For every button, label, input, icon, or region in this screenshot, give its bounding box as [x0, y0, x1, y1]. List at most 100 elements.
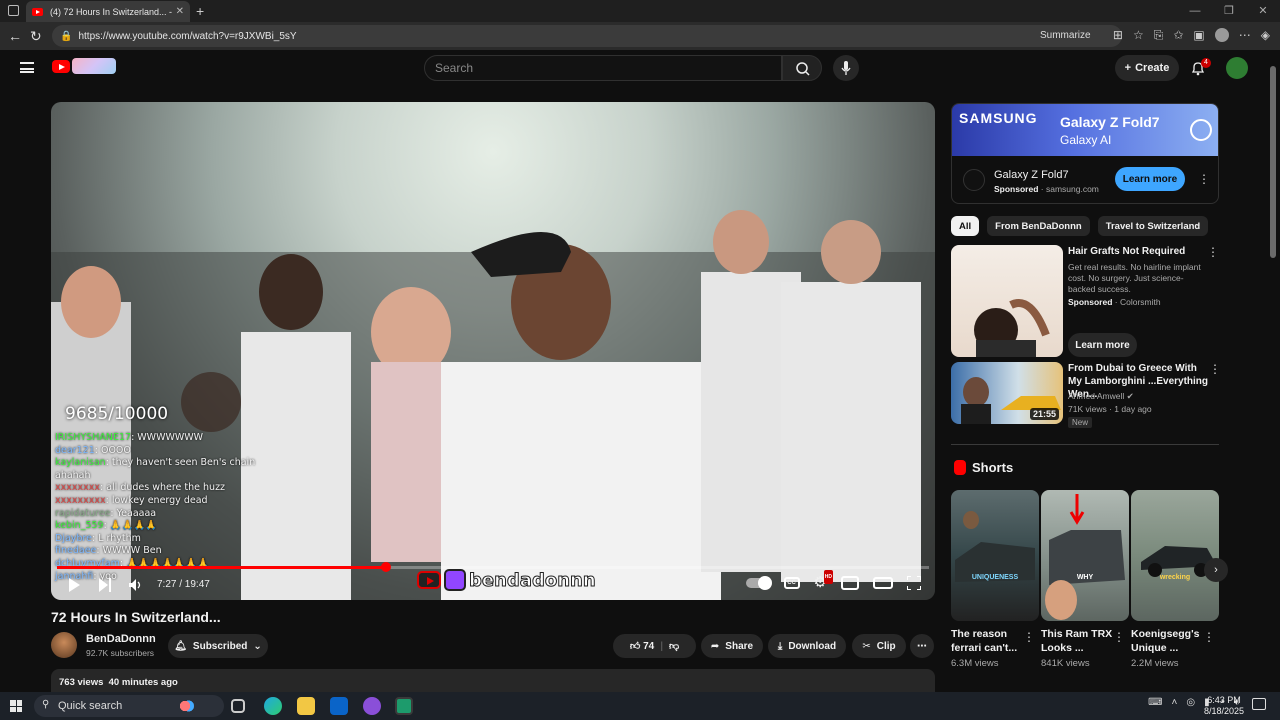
file-explorer-icon[interactable]: [297, 697, 315, 715]
next-video-icon[interactable]: [99, 578, 111, 592]
chat-text: : 🙏🙏🙏🙏: [103, 520, 158, 532]
summarize-button[interactable]: Summarize: [1040, 30, 1091, 41]
copilot-taskbar-icon[interactable]: [363, 697, 381, 715]
like-button[interactable]: 👍︎ 74: [630, 640, 654, 652]
channel-avatar[interactable]: [51, 632, 77, 658]
short-thumbnail[interactable]: wrecking: [1131, 490, 1219, 621]
share-button[interactable]: ➦ Share: [701, 634, 763, 658]
short-thumbnail[interactable]: WHY: [1041, 490, 1129, 621]
favorite-star-icon[interactable]: ☆: [1133, 28, 1144, 43]
volume-icon[interactable]: [129, 578, 143, 592]
new-tab-icon[interactable]: +: [196, 3, 204, 19]
short-more-icon[interactable]: ⋮: [1203, 630, 1215, 644]
site-info-icon[interactable]: 🔒: [60, 31, 72, 42]
progress-bar[interactable]: [57, 562, 929, 572]
outlook-icon[interactable]: [330, 697, 348, 715]
voice-search-button[interactable]: [833, 55, 859, 81]
rec-ad-title[interactable]: Hair Grafts Not Required: [1068, 245, 1185, 258]
scrubber-handle[interactable]: [380, 562, 391, 572]
short-item[interactable]: WHY This Ram TRX Looks ... 841K views ⋮: [1041, 490, 1129, 669]
short-item[interactable]: wrecking Koenigsegg's Unique ... 2.2M vi…: [1131, 490, 1219, 669]
miniplayer-icon[interactable]: [841, 576, 859, 590]
short-views: 2.2M views: [1131, 658, 1179, 669]
maximize-icon[interactable]: ❐: [1212, 0, 1246, 22]
download-button[interactable]: ⤓ Download: [768, 634, 846, 658]
sponsored-recommendation[interactable]: Hair Grafts Not Required Get real result…: [951, 245, 1219, 357]
video-player[interactable]: 9685/10000 IRISHYSHANE17: WWWWWWW dear121…: [51, 102, 935, 600]
tab-close-icon[interactable]: ✕: [176, 6, 184, 17]
split-screen-icon[interactable]: ⎘: [1154, 28, 1164, 43]
theater-mode-icon[interactable]: [873, 577, 893, 589]
arrow-right-icon[interactable]: [1190, 119, 1212, 141]
chip-from-channel[interactable]: From BenDaDonnn: [987, 216, 1090, 236]
short-title[interactable]: The reason ferrari can't...: [951, 627, 1023, 655]
short-item[interactable]: UNIQUENESS The reason ferrari can't... 6…: [951, 490, 1039, 669]
browser-tab[interactable]: (4) 72 Hours In Switzerland... - YouTube…: [26, 1, 190, 22]
chip-travel[interactable]: Travel to Switzerland: [1097, 216, 1209, 236]
more-actions-button[interactable]: ⋯: [910, 634, 934, 658]
search-input[interactable]: Search: [424, 55, 782, 81]
shorts-next-button[interactable]: ›: [1204, 558, 1228, 582]
chip-all[interactable]: All: [951, 216, 980, 236]
close-window-icon[interactable]: ✕: [1246, 0, 1280, 22]
scrollbar-thumb[interactable]: [1270, 66, 1276, 258]
settings-icon[interactable]: ⚙ HD: [814, 570, 833, 590]
back-icon[interactable]: ←: [8, 28, 22, 44]
video-duration: 21:55: [1029, 408, 1059, 420]
balloons-widget-icon[interactable]: [176, 697, 194, 715]
task-view-icon[interactable]: [231, 699, 245, 713]
chevron-right-icon[interactable]: ›: [1196, 219, 1200, 233]
menu-icon[interactable]: [20, 62, 34, 73]
play-icon[interactable]: [69, 578, 80, 592]
fullscreen-icon[interactable]: [907, 576, 921, 590]
account-avatar[interactable]: [1226, 57, 1248, 79]
short-more-icon[interactable]: ⋮: [1113, 630, 1125, 644]
copilot-icon[interactable]: ◈: [1261, 28, 1270, 43]
notification-center-icon[interactable]: [1252, 698, 1266, 710]
ad-more-icon[interactable]: ⋮: [1198, 172, 1210, 186]
edge-icon[interactable]: [264, 697, 282, 715]
refresh-icon[interactable]: ↻: [30, 28, 42, 45]
ad-title[interactable]: Galaxy Z Fold7: [994, 169, 1069, 181]
tray-overflow-icon[interactable]: ˄: [1172, 697, 1178, 708]
channel-name[interactable]: BenDaDonnn: [86, 633, 156, 645]
learn-more-button[interactable]: Learn more: [1115, 167, 1185, 191]
taskbar-clock[interactable]: 6:43 PM 8/18/2025: [1204, 695, 1244, 717]
rec-video-thumbnail[interactable]: 21:55: [951, 362, 1063, 424]
tray-app-icon[interactable]: ◎: [1186, 697, 1195, 708]
short-3-image: [1141, 546, 1217, 577]
short-title[interactable]: Koenigsegg's Unique ...: [1131, 627, 1203, 655]
keyboard-icon[interactable]: ⌨: [1148, 697, 1162, 708]
captions-icon[interactable]: CC: [783, 577, 800, 589]
rec-video-more-icon[interactable]: ⋮: [1209, 362, 1221, 376]
active-app-icon[interactable]: [395, 697, 413, 715]
autoplay-toggle[interactable]: [745, 576, 772, 590]
read-aloud-icon[interactable]: ⊞: [1113, 28, 1123, 43]
rec-learn-more-button[interactable]: Learn more: [1068, 333, 1137, 357]
clip-button[interactable]: ✂ Clip: [852, 634, 906, 658]
short-more-icon[interactable]: ⋮: [1023, 630, 1035, 644]
collections-icon[interactable]: ▣: [1193, 28, 1204, 43]
more-icon[interactable]: ⋯: [1239, 28, 1251, 43]
taskbar-search[interactable]: ⚲ Quick search: [34, 695, 224, 717]
youtube-logo-icon[interactable]: [52, 60, 70, 73]
search-button[interactable]: [782, 55, 822, 81]
tab-actions-icon[interactable]: [8, 5, 19, 16]
subscribed-button[interactable]: 🔔︎ Subscribed ⌄: [168, 634, 268, 658]
youtube-doodle-logo[interactable]: [72, 58, 116, 74]
minimize-icon[interactable]: —: [1178, 0, 1212, 22]
favorites-icon[interactable]: ✩: [1173, 28, 1183, 43]
short-title[interactable]: This Ram TRX Looks ...: [1041, 627, 1113, 655]
short-thumbnail[interactable]: UNIQUENESS: [951, 490, 1039, 621]
ad-banner[interactable]: SAMSUNG Galaxy Z Fold7 Galaxy AI: [952, 104, 1218, 156]
rec-ad-thumbnail[interactable]: [951, 245, 1063, 357]
rec-video-channel[interactable]: Ahmed Amwell ✔: [1068, 391, 1134, 402]
sponsored-ad-card[interactable]: SAMSUNG Galaxy Z Fold7 Galaxy AI Galaxy …: [951, 103, 1219, 204]
create-button[interactable]: + Create: [1115, 55, 1179, 81]
recommended-video[interactable]: 21:55 From Dubai to Greece With My Lambo…: [951, 362, 1221, 428]
windows-start-icon[interactable]: [10, 700, 22, 712]
profile-avatar-icon[interactable]: [1214, 28, 1229, 42]
dislike-icon[interactable]: 👎︎: [669, 640, 679, 652]
url-field[interactable]: 🔒 https://www.youtube.com/watch?v=r9JXWB…: [52, 25, 1122, 47]
rec-ad-more-icon[interactable]: ⋮: [1207, 245, 1219, 259]
